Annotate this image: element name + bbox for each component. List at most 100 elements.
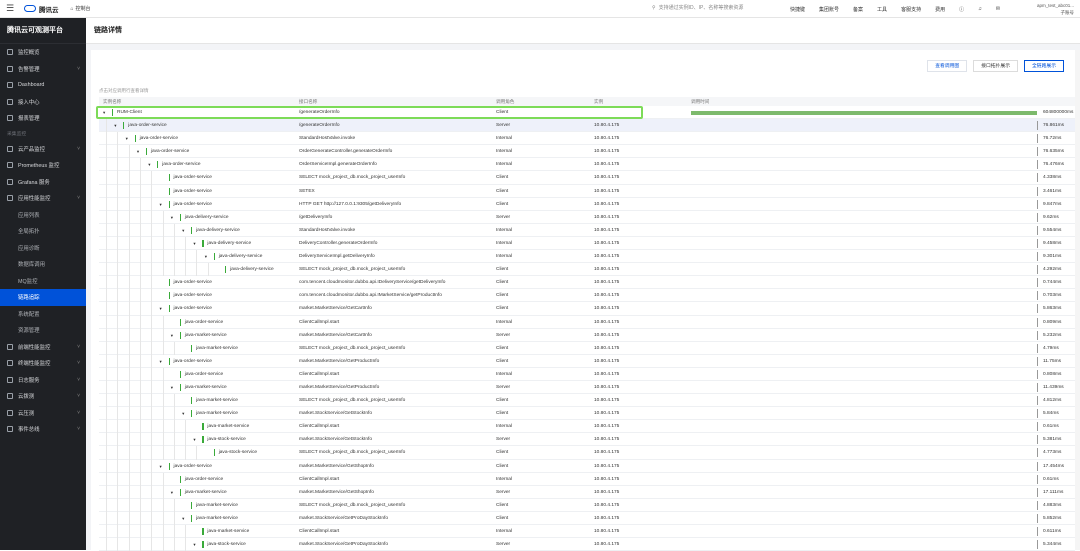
sidebar-item-16[interactable]: 系统配置 — [0, 306, 86, 323]
sidebar-item-2[interactable]: Dashboard — [0, 77, 86, 94]
top-bar: ☰ 腾讯云 ⌂ 控制台 ⚲ 支持通过实例ID、IP、名称等搜索资源 快捷键 集团… — [0, 0, 1080, 18]
menu-icon[interactable]: ☰ — [0, 3, 20, 14]
sidebar-item-3[interactable]: 接入中心 — [0, 94, 86, 111]
table-row[interactable]: java-order-service ClientCallImpl.start In… — [99, 315, 1075, 329]
table-row[interactable]: java-order-service ClientCallImpl.start In… — [99, 472, 1075, 486]
expand-toggle-icon[interactable]: ▾ — [205, 254, 207, 260]
table-row[interactable]: java-market-service SELECT mock_project_d… — [99, 498, 1075, 512]
expand-toggle-icon[interactable]: ▾ — [193, 542, 195, 548]
sidebar-item-7[interactable]: Prometheus 监控 — [0, 157, 86, 174]
expand-toggle-icon[interactable]: ▾ — [171, 385, 173, 391]
sidebar-item-20[interactable]: 日志服务 ˅ — [0, 372, 86, 389]
nav-tools[interactable]: 工具 — [877, 6, 887, 13]
nav-billing[interactable]: 费用 — [935, 6, 945, 13]
table-row[interactable]: ▾ java-order-service/generateOrderInfo Ser… — [99, 119, 1075, 133]
sidebar-item-17[interactable]: 资源管理 — [0, 322, 86, 339]
account-menu[interactable]: apm_test_abc01... 子账号 — [1037, 2, 1074, 16]
table-row[interactable]: java-order-service SETEX Client 10.80.4.175… — [99, 184, 1075, 198]
table-row[interactable]: ▾ java-stock-service market.StockService/G… — [99, 538, 1075, 551]
sidebar-item-21[interactable]: 云拨测 ˅ — [0, 388, 86, 405]
api-topology-button[interactable]: 接口拓扑展示 — [973, 60, 1018, 72]
table-row[interactable]: ▾ java-order-service OrderServiceImpl.gene… — [99, 158, 1075, 172]
table-row[interactable]: java-delivery-service SELECT mock_project… — [99, 263, 1075, 277]
table-row[interactable]: ▾ java-delivery-service/getDeliveryInfo Se… — [99, 210, 1075, 224]
table-row[interactable]: ▾ java-delivery-service StandardHostValve.… — [99, 223, 1075, 237]
nav-group-account[interactable]: 集团账号 — [819, 6, 839, 13]
table-row[interactable]: ▾ java-stock-service market.StockService/G… — [99, 433, 1075, 447]
table-row[interactable]: ▾ java-market-service market.MarketService… — [99, 328, 1075, 342]
sidebar-item-23[interactable]: 事件总线 ˅ — [0, 421, 86, 438]
nav-shortcut[interactable]: 快捷键 — [790, 6, 805, 13]
bell-icon[interactable]: ♫ — [978, 6, 982, 12]
sidebar-item-6[interactable]: 云产品监控 ˅ — [0, 141, 86, 158]
table-row[interactable]: ▾ java-order-service market.MarketService/… — [99, 354, 1075, 368]
nav-record[interactable]: 备案 — [853, 6, 863, 13]
expand-toggle-icon[interactable]: ▾ — [160, 306, 162, 312]
tree-guide-line — [128, 367, 130, 381]
brand-logo[interactable]: 腾讯云 — [24, 4, 59, 14]
mail-icon[interactable]: ✉ — [996, 6, 1000, 12]
table-row[interactable]: java-order-service ClientCallImpl.start In… — [99, 367, 1075, 381]
table-row[interactable]: ▾ java-market-service market.MarketService… — [99, 485, 1075, 499]
table-row[interactable]: ▾ java-order-service market.MarketService/… — [99, 302, 1075, 316]
expand-toggle-icon[interactable]: ▾ — [193, 437, 195, 443]
table-row[interactable]: java-order-service SELECT mock_project_db… — [99, 171, 1075, 185]
table-row[interactable]: ▾ java-market-service market.MarketService… — [99, 380, 1075, 395]
expand-toggle-icon[interactable]: ▾ — [182, 516, 184, 522]
table-row[interactable]: java-market-service SELECT mock_project_d… — [99, 341, 1075, 355]
span-endpoint: ClientCallImpl.start — [299, 371, 340, 377]
expand-toggle-icon[interactable]: ▾ — [171, 215, 173, 221]
tree-guide-line — [117, 525, 119, 539]
sidebar-item-8[interactable]: Grafana 服务 — [0, 174, 86, 191]
table-row[interactable]: ▾ java-delivery-service DeliveryServiceImp… — [99, 250, 1075, 264]
table-row[interactable]: java-market-service ClientCallImpl.start I… — [99, 525, 1075, 539]
table-row[interactable]: ▾ java-order-service StandardHostValve.inv… — [99, 132, 1075, 146]
sidebar-item-10[interactable]: 应用列表 — [0, 207, 86, 224]
table-row[interactable]: java-market-service SELECT mock_project_d… — [99, 394, 1075, 408]
table-row[interactable]: java-stock-service SELECT mock_project_db… — [99, 446, 1075, 460]
sidebar-item-19[interactable]: 终端性能监控 ˅ — [0, 355, 86, 372]
sidebar-item-12[interactable]: 应用诊断 — [0, 240, 86, 257]
sidebar-item-1[interactable]: 告警管理 ˅ — [0, 61, 86, 78]
table-row[interactable]: ▾ java-order-service OrderGenerateControll… — [99, 145, 1075, 159]
expand-toggle-icon[interactable]: ▾ — [171, 333, 173, 339]
expand-toggle-icon[interactable]: ▾ — [182, 411, 184, 417]
tree-guide-line — [106, 407, 107, 421]
expand-toggle-icon[interactable]: ▾ — [160, 359, 162, 365]
sidebar-item-18[interactable]: 前端性能监控 ˅ — [0, 339, 86, 356]
expand-toggle-icon[interactable]: ▾ — [137, 149, 139, 155]
sidebar-item-0[interactable]: 监控概览 — [0, 44, 86, 61]
expand-toggle-icon[interactable]: ▾ — [103, 110, 105, 116]
table-row[interactable]: java-order-service com.tencent.cloudmonit… — [99, 276, 1075, 290]
global-search[interactable]: ⚲ 支持通过实例ID、IP、名称等搜索资源 — [652, 4, 743, 12]
sidebar-item-4[interactable]: 报表管理 — [0, 110, 86, 127]
table-row[interactable]: ▾ java-delivery-service DeliveryController… — [99, 236, 1075, 251]
expand-toggle-icon[interactable]: ▾ — [126, 136, 128, 142]
console-link[interactable]: ⌂ 控制台 — [71, 5, 91, 13]
expand-toggle-icon[interactable]: ▾ — [160, 202, 162, 208]
sidebar-item-22[interactable]: 云压测 ˅ — [0, 405, 86, 422]
table-row[interactable]: ▾ java-market-service market.StockService/… — [99, 511, 1075, 525]
scrollbar[interactable] — [1075, 50, 1080, 550]
expand-toggle-icon[interactable]: ▾ — [171, 490, 173, 496]
sidebar-item-14[interactable]: MQ监控 — [0, 273, 86, 290]
help-icon[interactable]: ⓘ — [959, 6, 964, 13]
expand-toggle-icon[interactable]: ▾ — [182, 228, 184, 234]
call-graph-button[interactable]: 查看调用图 — [927, 60, 968, 72]
expand-toggle-icon[interactable]: ▾ — [193, 241, 195, 247]
sidebar-item-13[interactable]: 数据库调用 — [0, 256, 86, 273]
table-row[interactable]: ▾ RUM-Client/generateOrderInfo Client 60480… — [99, 106, 1075, 120]
table-row[interactable]: ▾ java-market-service market.StockService/… — [99, 407, 1075, 421]
table-row[interactable]: java-order-service com.tencent.cloudmonit… — [99, 289, 1075, 303]
table-row[interactable]: java-market-service ClientCallImpl.start I… — [99, 420, 1075, 434]
table-row[interactable]: ▾ java-order-service HTTP GET http://127.0… — [99, 197, 1075, 211]
expand-toggle-icon[interactable]: ▾ — [148, 162, 150, 168]
expand-toggle-icon[interactable]: ▾ — [114, 123, 116, 129]
nav-support[interactable]: 客服支持 — [901, 6, 921, 13]
expand-toggle-icon[interactable]: ▾ — [160, 464, 162, 470]
full-trace-button[interactable]: 全链路展示 — [1024, 60, 1064, 72]
sidebar-item-11[interactable]: 全局拓扑 — [0, 223, 86, 240]
sidebar-item-15[interactable]: 链路追踪 — [0, 289, 86, 306]
sidebar-item-9[interactable]: 应用性能监控 ˅ — [0, 190, 86, 207]
table-row[interactable]: ▾ java-order-service market.MarketService/… — [99, 459, 1075, 473]
